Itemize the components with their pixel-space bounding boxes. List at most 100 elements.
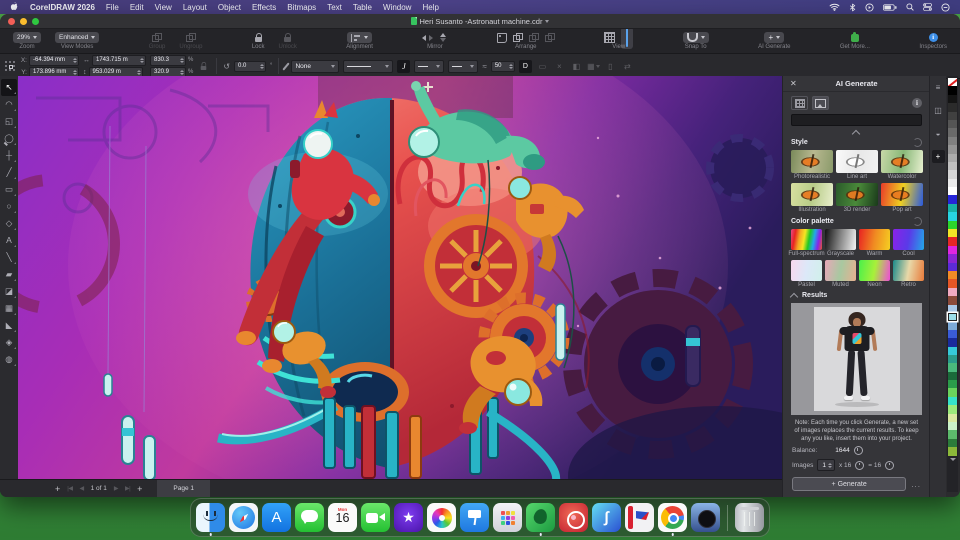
object-origin-selector[interactable] xyxy=(4,60,16,72)
dock-imovie[interactable]: ★ xyxy=(394,503,423,532)
doc-color-swatch[interactable] xyxy=(948,338,957,346)
outline-width-dropdown[interactable]: None xyxy=(291,60,339,73)
transform-inspector-icon[interactable]: ◫ xyxy=(932,104,945,117)
dock-keynote[interactable] xyxy=(460,503,489,532)
doc-color-swatch[interactable] xyxy=(948,439,957,447)
dock-finder[interactable] xyxy=(196,503,225,532)
drop-shadow-tool[interactable]: ◪ xyxy=(1,283,17,300)
doc-color-swatch[interactable] xyxy=(948,263,957,271)
dock-trash[interactable] xyxy=(735,503,764,532)
style-option-photorealistic[interactable]: Photorealistic xyxy=(791,150,833,180)
doc-color-swatch[interactable] xyxy=(948,103,957,111)
polygon-tool[interactable]: ◇ xyxy=(1,215,17,232)
smoothing-value-input[interactable]: 50 xyxy=(491,61,515,72)
start-arrowhead-dropdown[interactable] xyxy=(414,60,444,73)
scale-width-input[interactable]: 830.3 xyxy=(150,55,186,66)
battery-icon[interactable] xyxy=(883,4,897,11)
wifi-icon[interactable] xyxy=(829,3,840,11)
snap-to-dropdown[interactable] xyxy=(683,32,709,43)
panel-options-button[interactable]: ... xyxy=(911,480,921,489)
unlock-button[interactable]: Unlock xyxy=(272,29,304,53)
previous-page-button[interactable]: ◀ xyxy=(79,485,83,492)
arrange-order-button[interactable] xyxy=(497,33,507,43)
text-to-image-mode-button[interactable] xyxy=(791,96,808,110)
alignment-dropdown[interactable] xyxy=(347,32,372,43)
last-page-button[interactable]: ▶| xyxy=(125,485,130,492)
ellipse-tool[interactable]: ○ xyxy=(1,198,17,215)
inspectors-icon[interactable]: i xyxy=(929,33,938,42)
fill-tool[interactable]: ◈ xyxy=(1,334,17,351)
doc-color-swatch[interactable] xyxy=(948,271,957,279)
control-center-icon[interactable] xyxy=(923,3,932,11)
table-tool[interactable]: ▦ xyxy=(1,300,17,317)
add-page-button-right[interactable]: + xyxy=(137,484,142,494)
apple-menu-icon[interactable] xyxy=(10,2,19,12)
doc-color-swatch[interactable] xyxy=(948,430,957,438)
menu-app-name[interactable]: CorelDRAW 2026 xyxy=(30,3,95,12)
panel-close-icon[interactable]: ✕ xyxy=(790,79,800,88)
doc-color-swatch[interactable] xyxy=(948,422,957,430)
menu-item-file[interactable]: File xyxy=(106,3,119,12)
lock-button[interactable]: Lock xyxy=(245,29,272,53)
doc-color-swatch[interactable] xyxy=(948,78,957,86)
doc-color-swatch[interactable] xyxy=(948,229,957,237)
doc-color-swatch[interactable] xyxy=(948,204,957,212)
dock-font-manager[interactable]: ∫ xyxy=(592,503,621,532)
doc-color-swatch[interactable] xyxy=(948,288,957,296)
palette-option-warm[interactable]: Warm xyxy=(859,229,890,257)
doc-color-swatch[interactable] xyxy=(948,397,957,405)
doc-color-swatch[interactable] xyxy=(948,313,957,321)
dock-capture[interactable] xyxy=(625,503,654,532)
line-tool[interactable]: ╲ xyxy=(1,249,17,266)
style-option-3d-render[interactable]: 3D render xyxy=(836,183,878,213)
close-curve-button[interactable]: ◧ xyxy=(570,60,583,73)
title-chevron-icon[interactable] xyxy=(545,20,549,23)
doc-color-swatch[interactable] xyxy=(948,254,957,262)
style-option-illustration[interactable]: Illustration xyxy=(791,183,833,213)
arrange-duplicate-button[interactable] xyxy=(545,33,555,42)
drawing-canvas[interactable] xyxy=(18,76,783,480)
menu-item-bitmaps[interactable]: Bitmaps xyxy=(287,3,316,12)
doc-color-swatch[interactable] xyxy=(948,330,957,338)
doc-color-swatch[interactable] xyxy=(948,279,957,287)
pick-tool[interactable]: ↖ xyxy=(1,79,17,96)
doc-color-swatch[interactable] xyxy=(948,179,957,187)
doc-color-swatch[interactable] xyxy=(948,388,957,396)
doc-color-swatch[interactable] xyxy=(948,170,957,178)
text-tool[interactable]: A xyxy=(1,232,17,249)
doc-color-swatch[interactable] xyxy=(948,162,957,170)
focus-icon[interactable] xyxy=(941,3,950,12)
crop-tool[interactable]: ◱ xyxy=(1,113,17,130)
dock-messages[interactable] xyxy=(295,503,324,532)
style-refresh-icon[interactable] xyxy=(913,138,922,147)
dock-facetime[interactable] xyxy=(361,503,390,532)
doc-color-swatch[interactable] xyxy=(948,355,957,363)
delete-segment-button[interactable]: × xyxy=(553,60,566,73)
menu-item-table[interactable]: Table xyxy=(353,3,372,12)
doc-color-swatch[interactable] xyxy=(948,414,957,422)
dock-launchpad[interactable] xyxy=(493,503,522,532)
doc-color-swatch[interactable] xyxy=(948,347,957,355)
palette-option-full-spectrum[interactable]: Full-spectrum xyxy=(791,229,822,257)
doc-color-swatch[interactable] xyxy=(948,221,957,229)
image-to-image-mode-button[interactable] xyxy=(812,96,829,110)
doc-color-swatch[interactable] xyxy=(948,195,957,203)
interactive-fill-tool[interactable]: ◍ xyxy=(1,351,17,368)
dock-photo-paint[interactable] xyxy=(559,503,588,532)
spotlight-icon[interactable] xyxy=(906,3,914,11)
doc-color-swatch[interactable] xyxy=(948,212,957,220)
bluetooth-icon[interactable] xyxy=(849,3,856,12)
effects-inspector-icon[interactable]: ◒ xyxy=(932,127,945,140)
shape-tool[interactable]: ◠ xyxy=(1,96,17,113)
x-position-input[interactable]: -64.394 mm xyxy=(29,55,79,66)
doc-color-swatch[interactable] xyxy=(948,405,957,413)
menu-item-effects[interactable]: Effects xyxy=(252,3,276,12)
next-page-button[interactable]: ▶ xyxy=(114,485,118,492)
generate-button[interactable]: + Generate xyxy=(792,477,906,491)
credit-total-icon[interactable] xyxy=(885,461,894,470)
add-page-button[interactable]: + xyxy=(55,484,60,494)
menu-item-object[interactable]: Object xyxy=(218,3,241,12)
effects-dropdown-button[interactable]: ▦ xyxy=(587,60,600,73)
dock-chrome[interactable] xyxy=(658,503,687,532)
credit-cost-icon[interactable] xyxy=(855,461,864,470)
